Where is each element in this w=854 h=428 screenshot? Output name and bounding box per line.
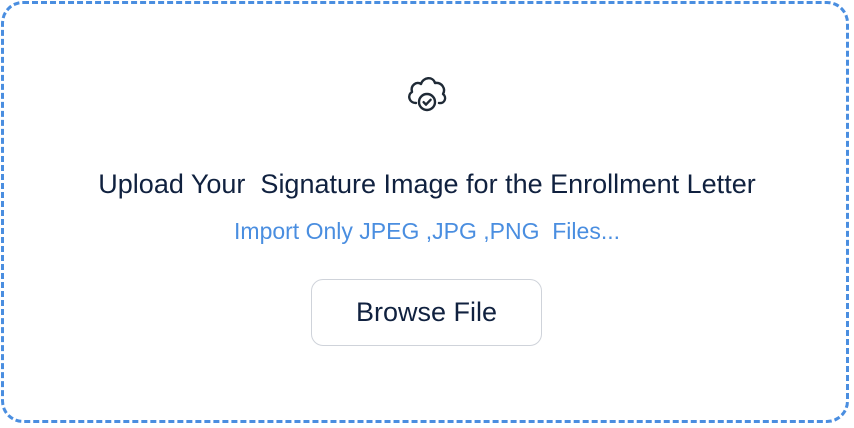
browse-file-button[interactable]: Browse File (311, 279, 542, 346)
file-dropzone[interactable] (1, 1, 849, 423)
upload-file-types-hint: Import Only JPEG ,JPG ,PNG Files... (234, 218, 620, 244)
upload-title: Upload Your Signature Image for the Enro… (98, 169, 756, 199)
cloud-check-icon (405, 74, 449, 114)
